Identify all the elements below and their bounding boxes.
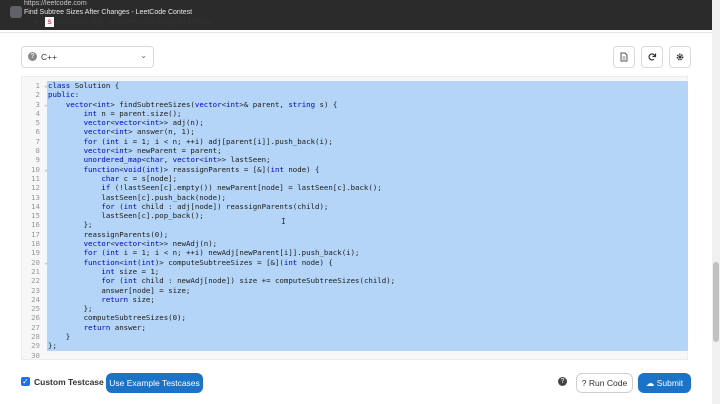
line-number: 6 [35, 127, 40, 137]
code-line[interactable]: vector<int> newParent = parent; [48, 146, 688, 155]
line-number-gutter: 1 2 3 4 5 6 7 8 9 10 11 12 13 14 15 16 17 18 19 20 21 22 23 24 2… [22, 81, 42, 360]
code-line[interactable]: }; [48, 220, 688, 229]
code-editor[interactable]: 1 2 3 4 5 6 7 8 9 10 11 12 13 14 15 16 17 18 19 20 21 22 23 24 2… [21, 76, 688, 360]
line-number: 10 [31, 164, 40, 174]
code-line[interactable]: char c = s[node]; [48, 174, 688, 183]
code-line[interactable]: function<int(int)> computeSubtreeSizes =… [48, 258, 688, 267]
code-line[interactable]: vector<vector<int>> newAdj(n); [48, 239, 688, 248]
line-number: 4 [35, 108, 40, 118]
code-line[interactable]: if (!lastSeen[c].empty()) newParent[node… [48, 183, 688, 192]
custom-testcase-label: Custom Testcase [34, 377, 104, 387]
line-number: 30 [31, 350, 40, 360]
code-line[interactable]: lastSeen[c].push_back(node); [48, 193, 688, 202]
line-number: 23 [31, 285, 40, 295]
reset-code-button[interactable] [641, 46, 663, 68]
line-number: 20 [31, 257, 40, 267]
code-line[interactable]: int size = 1; [48, 267, 688, 276]
line-number: 29 [31, 341, 40, 351]
code-content[interactable]: class Solution {public: vector<int> find… [48, 81, 688, 360]
page-scrollbar[interactable] [712, 0, 720, 404]
divider [0, 32, 712, 33]
custom-testcase-checkbox[interactable]: ✓ [21, 377, 30, 386]
constraint-item: s consists only of lowercase English let… [34, 16, 213, 27]
run-code-button[interactable]: ? Run Code [576, 373, 633, 393]
line-number: 17 [31, 229, 40, 239]
code-line[interactable]: computeSubtreeSizes(0); [48, 313, 688, 322]
code-line[interactable]: unordered_map<char, vector<int>> lastSee… [48, 155, 688, 164]
line-number: 12 [31, 183, 40, 193]
line-number: 24 [31, 294, 40, 304]
code-line[interactable]: return answer; [48, 323, 688, 332]
constraint-code: s [45, 17, 55, 27]
text-cursor-icon: I [281, 217, 286, 226]
code-line[interactable]: return size; [48, 295, 688, 304]
code-line[interactable]: for (int i = 1; i < n; ++i) newAdj[newPa… [48, 248, 688, 257]
help-icon[interactable]: ? [558, 377, 567, 386]
refresh-icon [648, 53, 657, 61]
code-line[interactable]: function<void(int)> reassignParents = [&… [48, 165, 688, 174]
line-number: 13 [31, 192, 40, 202]
browser-url[interactable]: https://leetcode.com [24, 0, 87, 7]
submit-button[interactable]: ☁ Submit [638, 373, 691, 393]
line-number: 9 [35, 155, 40, 165]
code-line[interactable]: for (int i = 1; i < n; ++i) adj[parent[i… [48, 137, 688, 146]
code-line[interactable]: vector<vector<int>> adj(n); [48, 118, 688, 127]
line-number: 7 [35, 136, 40, 146]
gear-icon [676, 53, 684, 61]
code-line[interactable] [48, 351, 688, 360]
code-line[interactable]: reassignParents(0); [48, 230, 688, 239]
line-number: 25 [31, 304, 40, 314]
line-number: 3 [35, 99, 40, 109]
line-number: 11 [31, 173, 40, 183]
line-number: 15 [31, 211, 40, 221]
code-line[interactable]: answer[node] = size; [48, 286, 688, 295]
browser-tab-title[interactable]: Find Subtree Sizes After Changes - LeetC… [24, 9, 192, 16]
run-code-label: Run Code [588, 378, 628, 388]
line-number: 22 [31, 276, 40, 286]
code-line[interactable]: int n = parent.size(); [48, 109, 688, 118]
favicon-icon [10, 6, 22, 18]
code-line[interactable]: }; [48, 341, 688, 350]
line-number: 27 [31, 322, 40, 332]
scrollbar-thumb[interactable] [713, 262, 719, 342]
code-line[interactable]: public: [48, 90, 688, 99]
settings-button[interactable] [669, 46, 691, 68]
line-number: 18 [31, 239, 40, 249]
submit-label: Submit [656, 378, 684, 388]
code-line[interactable]: vector<int> findSubtreeSizes(vector<int>… [48, 100, 688, 109]
line-number: 16 [31, 220, 40, 230]
language-select[interactable]: ? C++ ⌄ [21, 46, 154, 68]
line-number: 5 [35, 118, 40, 128]
code-line[interactable]: for (int child : adj[node]) reassignPare… [48, 202, 688, 211]
run-icon: ? [581, 378, 587, 388]
constraint-text: consists only of lowercase English lette… [56, 16, 214, 26]
code-line[interactable]: }; [48, 304, 688, 313]
bullet-icon [34, 20, 37, 24]
language-label: C++ [41, 52, 58, 62]
notes-button[interactable] [613, 46, 635, 68]
use-example-testcases-button[interactable]: Use Example Testcases [106, 373, 203, 393]
line-number: 8 [35, 146, 40, 156]
code-line[interactable]: vector<int> answer(n, 1); [48, 127, 688, 136]
line-number: 28 [31, 332, 40, 342]
language-info-icon: ? [28, 52, 37, 61]
line-number: 19 [31, 248, 40, 258]
code-line[interactable]: class Solution { [48, 81, 688, 90]
line-number: 26 [31, 313, 40, 323]
document-icon [620, 52, 628, 62]
code-line[interactable]: for (int child : newAdj[node]) size += c… [48, 276, 688, 285]
cloud-upload-icon: ☁ [645, 378, 655, 388]
line-number: 1 [35, 81, 40, 90]
line-number: 2 [35, 90, 40, 100]
chevron-down-icon: ⌄ [140, 51, 147, 60]
code-line[interactable]: lastSeen[c].pop_back(); [48, 211, 688, 220]
code-line[interactable]: } [48, 332, 688, 341]
line-number: 21 [31, 266, 40, 276]
line-number: 14 [31, 201, 40, 211]
